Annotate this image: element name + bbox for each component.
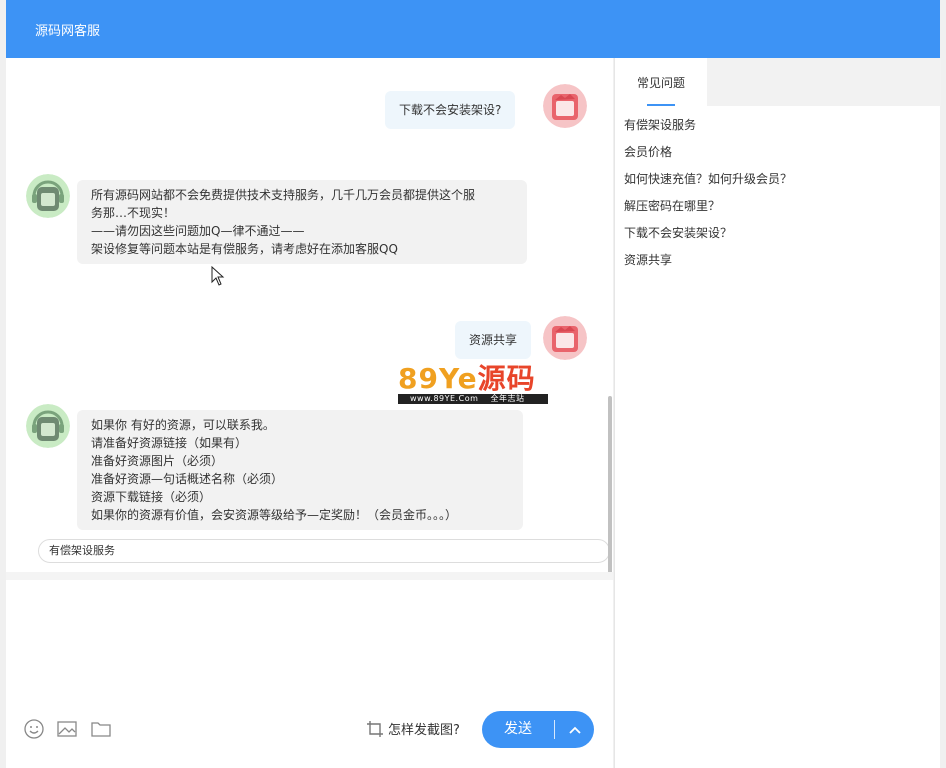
- message-input[interactable]: 怎样发截图? 发送: [6, 580, 613, 768]
- tab-bar: 常见问题: [615, 58, 941, 106]
- faq-panel: 常见问题 有偿架设服务 会员价格 如何快速充值？如何升级会员？ 解压密码在哪里？…: [614, 58, 941, 768]
- screenshot-help-link[interactable]: 怎样发截图?: [366, 719, 460, 738]
- send-button-group: 发送: [482, 711, 594, 748]
- message-bubble: 所有源码网站都不会免费提供技术支持服务，几千几万会员都提供这个服 务那…不现实！…: [77, 180, 527, 264]
- message-bubble: 如果你 有好的资源，可以联系我。 请准备好资源链接（如果有） 准备好资源图片（必…: [77, 410, 523, 530]
- folder-icon[interactable]: [90, 718, 112, 740]
- faq-item[interactable]: 如何快速充值？如何升级会员？: [624, 169, 792, 196]
- chat-panel: 下载不会安装架设? 所有源码网站都不会免费提供技术支持服务，几千几万会员都提供这…: [6, 58, 613, 768]
- faq-list: 有偿架设服务 会员价格 如何快速充值？如何升级会员？ 解压密码在哪里？ 下载不会…: [624, 115, 792, 277]
- user-avatar: [543, 316, 587, 360]
- faq-item[interactable]: 资源共享: [624, 250, 792, 277]
- message-scrollbar[interactable]: [608, 396, 612, 574]
- window-title: 源码网客服: [35, 24, 101, 39]
- input-divider: [6, 572, 613, 580]
- message-bubble: 资源共享: [455, 321, 532, 359]
- send-button[interactable]: 发送: [482, 711, 554, 748]
- faq-item[interactable]: 有偿架设服务: [624, 115, 792, 142]
- watermark-logo: 89Ye源码 www.89YE.Com 全年志站: [398, 364, 548, 404]
- user-avatar: [543, 84, 587, 128]
- image-icon[interactable]: [56, 718, 78, 740]
- tab-faq[interactable]: 常见问题: [615, 58, 707, 106]
- message-bubble: 下载不会安装架设?: [385, 91, 516, 129]
- faq-item[interactable]: 解压密码在哪里？: [624, 196, 792, 223]
- mouse-cursor-icon: [211, 266, 225, 286]
- faq-item[interactable]: 会员价格: [624, 142, 792, 169]
- message-list[interactable]: 下载不会安装架设? 所有源码网站都不会免费提供技术支持服务，几千几万会员都提供这…: [6, 58, 613, 572]
- agent-avatar: [26, 174, 70, 218]
- smile-icon[interactable]: [23, 718, 45, 740]
- crop-icon: [367, 720, 383, 737]
- tab-underline: [647, 104, 675, 106]
- agent-avatar: [26, 404, 70, 448]
- send-options-button[interactable]: [555, 711, 594, 748]
- quick-reply-chip[interactable]: 有偿架设服务: [38, 539, 610, 563]
- chevron-up-icon: [568, 726, 581, 734]
- faq-item[interactable]: 下载不会安装架设？: [624, 223, 792, 250]
- title-bar: 源码网客服: [6, 0, 940, 58]
